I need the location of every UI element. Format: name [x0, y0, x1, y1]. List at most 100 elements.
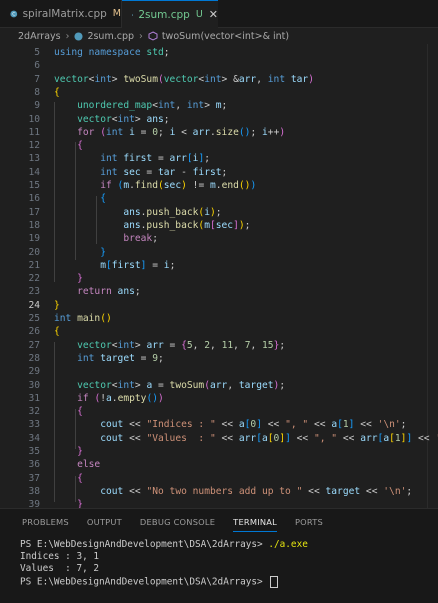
modified-badge: M: [112, 8, 121, 19]
code-text: cout << "No two numbers add up to " << t…: [100, 485, 413, 497]
code-text: m[first] = i;: [100, 259, 176, 271]
code-text: }: [100, 246, 106, 258]
code-text: return ans;: [77, 286, 141, 298]
cpp-file-icon: C: [10, 10, 18, 17]
line-number: 9: [34, 100, 40, 112]
code-editor[interactable]: 5 using namespace std; 6 7 vector<int> twoSu…: [0, 44, 438, 508]
line-number: 23: [28, 286, 40, 298]
panel-tab-bar: PROBLEMS OUTPUT DEBUG CONSOLE TERMINAL PORTS: [0, 509, 438, 535]
line-number: 33: [28, 419, 40, 431]
code-line[interactable]: 7 vector<int> twoSum(vector<int> &arr, in…: [0, 73, 438, 86]
code-line[interactable]: 30 vector<int> a = twoSum(arr, target);: [0, 379, 438, 392]
code-line[interactable]: 23 return ans;: [0, 285, 438, 298]
panel-tab-output[interactable]: OUTPUT: [87, 509, 122, 535]
panel-tab-debug-console[interactable]: DEBUG CONSOLE: [140, 509, 215, 535]
code-line[interactable]: 21 m[first] = i;: [0, 259, 438, 272]
terminal-prompt: PS E:\WebDesignAndDevelopment\DSA\2dArra…: [20, 539, 269, 550]
code-line[interactable]: 15 if (m.find(sec) != m.end()): [0, 179, 438, 192]
code-line[interactable]: 18 ans.push_back(m[sec]);: [0, 219, 438, 232]
terminal-line: Indices : 3, 1: [20, 551, 100, 563]
code-line[interactable]: 32 {: [0, 405, 438, 418]
breadcrumb-folder[interactable]: 2dArrays: [18, 31, 61, 42]
function-icon: [148, 31, 158, 41]
untracked-badge: U: [195, 9, 203, 20]
code-line[interactable]: 17 ans.push_back(i);: [0, 206, 438, 219]
breadcrumb: 2dArrays › 2sum.cpp › twoSum(vector<int>…: [0, 28, 438, 44]
code-line[interactable]: 5 using namespace std;: [0, 46, 438, 59]
code-text: vector<int> a = twoSum(arr, target);: [77, 379, 286, 391]
line-number: 6: [34, 60, 40, 72]
code-line[interactable]: 34 cout << "Values : " << arr[a[0]] << "…: [0, 432, 438, 445]
code-text: for (int i = 0; i < arr.size(); i++): [77, 126, 286, 138]
code-text: unordered_map<int, int> m;: [77, 100, 228, 112]
code-line[interactable]: 11 for (int i = 0; i < arr.size(); i++): [0, 126, 438, 139]
code-line[interactable]: 8{: [0, 86, 438, 99]
terminal-cursor: [270, 575, 279, 588]
code-line[interactable]: 22 }: [0, 272, 438, 285]
code-line[interactable]: 16 {: [0, 192, 438, 205]
tab-label: spiralMatrix.cpp: [22, 7, 107, 20]
chevron-right-icon: ›: [65, 30, 70, 42]
line-number: 21: [28, 259, 40, 271]
code-line[interactable]: 37 {: [0, 472, 438, 485]
line-number: 29: [28, 366, 40, 378]
tab-spiralmatrix[interactable]: C spiralMatrix.cpp M: [0, 0, 122, 27]
line-number: 18: [28, 219, 40, 231]
code-line[interactable]: 38 cout << "No two numbers add up to " <…: [0, 485, 438, 498]
code-line[interactable]: 26 {: [0, 325, 438, 338]
code-text: int target = 9;: [77, 352, 164, 364]
code-line[interactable]: 28 int target = 9;: [0, 352, 438, 365]
code-text: vector<int> ans;: [77, 113, 170, 125]
code-line[interactable]: 33 cout << "Indices : " << a[0] << ", " …: [0, 418, 438, 431]
code-text: ans.push_back(i);: [123, 206, 222, 218]
line-number: 35: [28, 446, 40, 457]
code-line[interactable]: 12 {: [0, 139, 438, 152]
code-text: int first = arr[i];: [100, 153, 210, 165]
tab-label: 2sum.cpp: [138, 8, 190, 21]
code-line[interactable]: 27 vector<int> arr = {5, 2, 11, 7, 15};: [0, 339, 438, 352]
close-icon[interactable]: ✕: [209, 8, 218, 21]
tab-2sum[interactable]: C 2sum.cpp U ✕: [122, 0, 218, 28]
code-text: }: [77, 273, 83, 285]
code-line[interactable]: 13 int first = arr[i];: [0, 152, 438, 165]
line-number: 25: [28, 313, 40, 324]
code-line[interactable]: 9 unordered_map<int, int> m;: [0, 99, 438, 112]
code-line[interactable]: 29: [0, 365, 438, 378]
code-line[interactable]: 35 }: [0, 445, 438, 458]
panel-tab-terminal[interactable]: TERMINAL: [233, 509, 277, 535]
cpp-file-icon: [74, 31, 83, 41]
line-number: 7: [34, 73, 40, 85]
code-text: if (!a.empty()): [77, 392, 164, 404]
panel-tab-ports[interactable]: PORTS: [295, 509, 323, 535]
bottom-panel: PROBLEMS OUTPUT DEBUG CONSOLE TERMINAL PORTS…: [0, 508, 438, 603]
line-number: 8: [34, 86, 40, 98]
line-number: 34: [28, 432, 40, 444]
code-line[interactable]: 24}: [0, 299, 438, 312]
code-line[interactable]: 19 break;: [0, 232, 438, 245]
terminal-output[interactable]: PS E:\WebDesignAndDevelopment\DSA\2dArra…: [20, 539, 308, 588]
code-line[interactable]: 31 if (!a.empty()): [0, 392, 438, 405]
line-number: 31: [28, 392, 40, 404]
code-text: }: [77, 446, 83, 457]
code-line[interactable]: 6: [0, 59, 438, 72]
line-number: 14: [28, 166, 40, 178]
code-text: int main(): [54, 313, 112, 324]
code-text: cout << "Values : " << arr[a[0]] << ", "…: [100, 432, 438, 444]
code-line[interactable]: 10 vector<int> ans;: [0, 113, 438, 126]
line-number: 26: [28, 326, 40, 338]
breadcrumb-symbol[interactable]: twoSum(vector<int>& int): [162, 31, 289, 42]
line-number: 39: [28, 499, 40, 508]
code-line[interactable]: 20 }: [0, 246, 438, 259]
code-text: vector<int> arr = {5, 2, 11, 7, 15};: [77, 339, 286, 351]
code-text: vector<int> twoSum(vector<int> &arr, int…: [54, 73, 314, 85]
code-line[interactable]: 14 int sec = tar - first;: [0, 166, 438, 179]
code-text: using namespace std;: [54, 47, 170, 58]
code-line[interactable]: 39 }: [0, 498, 438, 508]
line-number: 15: [28, 180, 40, 191]
code-line[interactable]: 36 else: [0, 458, 438, 471]
code-line[interactable]: 25 int main(): [0, 312, 438, 325]
breadcrumb-file[interactable]: 2sum.cpp: [87, 31, 134, 42]
line-number: 36: [28, 459, 40, 471]
code-text: break;: [123, 233, 158, 245]
panel-tab-problems[interactable]: PROBLEMS: [22, 509, 69, 535]
